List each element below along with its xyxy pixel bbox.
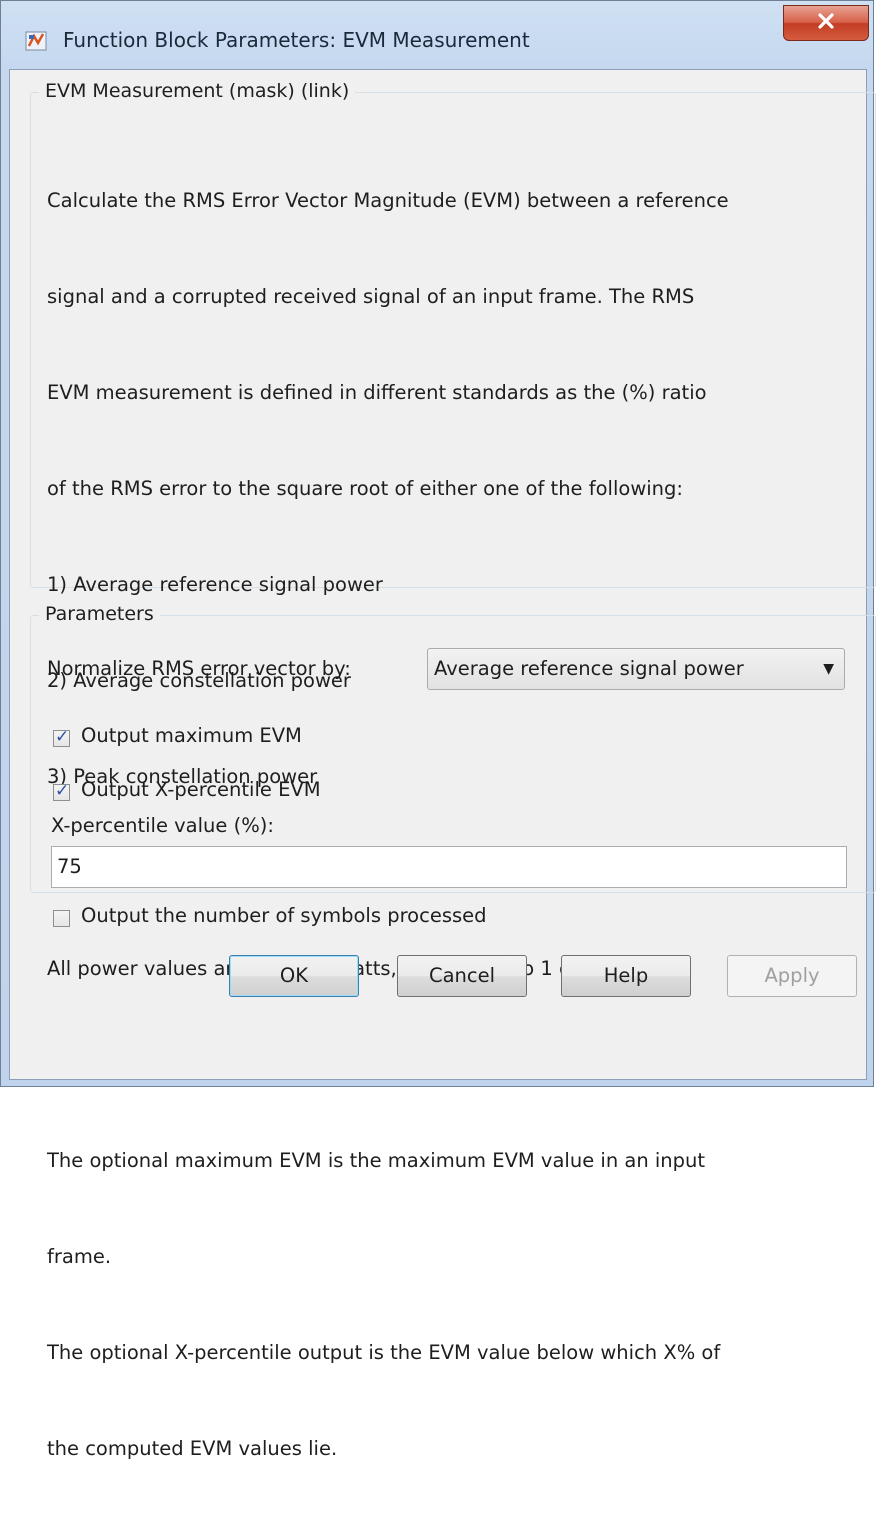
- xpct-value-text: 75: [57, 855, 82, 878]
- description-line: [47, 1049, 867, 1081]
- simulink-block-icon: [25, 30, 47, 52]
- cancel-button[interactable]: Cancel: [397, 955, 527, 997]
- parameters-group: Parameters Normalize RMS error vector by…: [30, 603, 876, 927]
- output-max-evm-checkbox[interactable]: ✓: [53, 727, 70, 747]
- apply-button[interactable]: Apply: [727, 955, 857, 997]
- close-button[interactable]: [783, 5, 869, 41]
- output-max-evm-label[interactable]: Output maximum EVM: [81, 724, 302, 747]
- description-line: signal and a corrupted received signal o…: [47, 285, 695, 308]
- output-xpct-evm-checkbox[interactable]: ✓: [53, 781, 70, 801]
- window-title: Function Block Parameters: EVM Measureme…: [63, 28, 530, 52]
- parameters-group-legend: Parameters: [39, 603, 160, 625]
- close-icon: [817, 13, 835, 33]
- normalize-dropdown-value: Average reference signal power: [434, 657, 744, 680]
- description-line: Calculate the RMS Error Vector Magnitude…: [47, 189, 729, 212]
- output-xpct-evm-label[interactable]: Output X-percentile EVM: [81, 778, 321, 801]
- dialog-body: EVM Measurement (mask) (link) Calculate …: [9, 69, 876, 1460]
- dialog-window: Function Block Parameters: EVM Measureme…: [0, 0, 876, 1460]
- description-line: EVM measurement is defined in different …: [47, 381, 707, 404]
- ok-button[interactable]: OK: [229, 955, 359, 997]
- description-line: frame.: [47, 1245, 112, 1268]
- normalize-label: Normalize RMS error vector by:: [47, 657, 351, 680]
- description-line: The optional X-percentile output is the …: [47, 1341, 721, 1364]
- description-line: of the RMS error to the square root of e…: [47, 477, 683, 500]
- xpct-value-label: X-percentile value (%):: [51, 814, 274, 837]
- help-button[interactable]: Help: [561, 955, 691, 997]
- xpct-value-field[interactable]: 75: [51, 846, 847, 888]
- description-line: The optional maximum EVM is the maximum …: [47, 1149, 706, 1172]
- description-line: the computed EVM values lie.: [47, 1437, 338, 1460]
- check-icon: ✓: [55, 727, 70, 747]
- chevron-down-icon: ▼: [823, 661, 834, 677]
- title-bar[interactable]: Function Block Parameters: EVM Measureme…: [1, 1, 873, 69]
- description-line: 1) Average reference signal power: [47, 573, 383, 596]
- normalize-dropdown[interactable]: Average reference signal power ▼: [427, 648, 845, 690]
- check-icon: ✓: [55, 781, 70, 801]
- output-symbols-checkbox[interactable]: [53, 910, 70, 927]
- output-symbols-label[interactable]: Output the number of symbols processed: [81, 904, 487, 927]
- description-group: EVM Measurement (mask) (link) Calculate …: [30, 80, 876, 1460]
- description-group-legend: EVM Measurement (mask) (link): [39, 80, 356, 102]
